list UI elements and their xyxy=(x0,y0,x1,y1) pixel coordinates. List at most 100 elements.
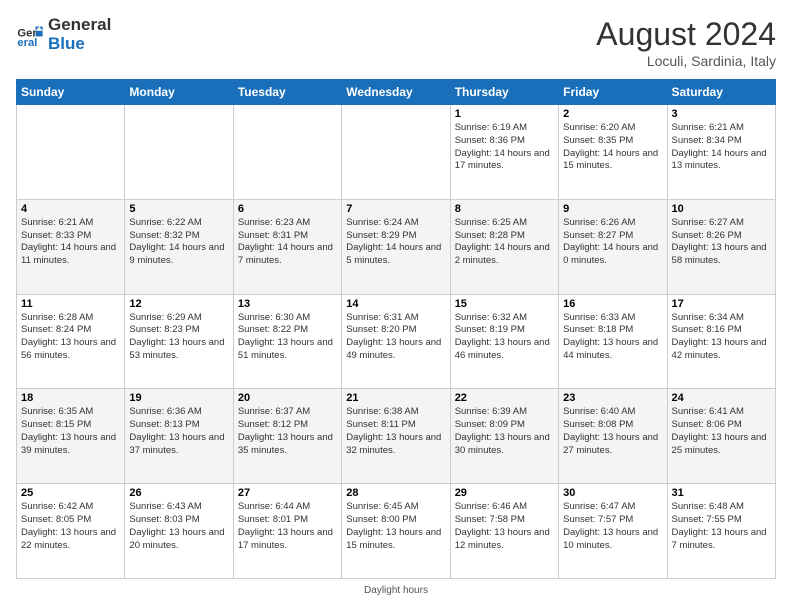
calendar-week-row: 4 Sunrise: 6:21 AMSunset: 8:33 PMDaylight… xyxy=(17,199,776,294)
title-block: August 2024 Loculi, Sardinia, Italy xyxy=(596,16,776,69)
day-info: Sunrise: 6:28 AMSunset: 8:24 PMDaylight:… xyxy=(21,312,120,363)
day-info: Sunrise: 6:36 AMSunset: 8:13 PMDaylight:… xyxy=(129,406,228,457)
day-info: Sunrise: 6:27 AMSunset: 8:26 PMDaylight:… xyxy=(672,217,771,268)
calendar-cell: 29 Sunrise: 6:46 AMSunset: 7:58 PMDayligh… xyxy=(450,484,558,579)
day-number: 9 xyxy=(563,203,662,215)
day-info: Sunrise: 6:42 AMSunset: 8:05 PMDaylight:… xyxy=(21,501,120,552)
day-number: 3 xyxy=(672,108,771,120)
weekday-header: Sunday xyxy=(17,80,125,105)
calendar-cell: 26 Sunrise: 6:43 AMSunset: 8:03 PMDayligh… xyxy=(125,484,233,579)
day-info: Sunrise: 6:45 AMSunset: 8:00 PMDaylight:… xyxy=(346,501,445,552)
calendar-cell: 22Sunrise: 6:39 AMSunset: 8:09 PMDayligh… xyxy=(450,389,558,484)
day-info: Sunrise: 6:22 AMSunset: 8:32 PMDaylight:… xyxy=(129,217,228,268)
day-number: 27 xyxy=(238,487,337,499)
day-number: 4 xyxy=(21,203,120,215)
day-number: 30 xyxy=(563,487,662,499)
calendar-cell: 24 Sunrise: 6:41 AMSunset: 8:06 PMDayligh… xyxy=(667,389,775,484)
calendar-week-row: 25 Sunrise: 6:42 AMSunset: 8:05 PMDayligh… xyxy=(17,484,776,579)
day-info: Sunrise: 6:35 AMSunset: 8:15 PMDaylight:… xyxy=(21,406,120,457)
day-number: 23 xyxy=(563,392,662,404)
calendar-cell: 30 Sunrise: 6:47 AMSunset: 7:57 PMDayligh… xyxy=(559,484,667,579)
calendar-header-row: SundayMondayTuesdayWednesdayThursdayFrid… xyxy=(17,80,776,105)
calendar-cell: 23 Sunrise: 6:40 AMSunset: 8:08 PMDayligh… xyxy=(559,389,667,484)
weekday-header: Wednesday xyxy=(342,80,450,105)
day-info: Sunrise: 6:20 AMSunset: 8:35 PMDaylight:… xyxy=(563,122,662,173)
calendar-cell: 10 Sunrise: 6:27 AMSunset: 8:26 PMDayligh… xyxy=(667,199,775,294)
calendar-cell: 8Sunrise: 6:25 AMSunset: 8:28 PMDaylight… xyxy=(450,199,558,294)
calendar-cell: 13Sunrise: 6:30 AMSunset: 8:22 PMDayligh… xyxy=(233,294,341,389)
weekday-header: Thursday xyxy=(450,80,558,105)
day-info: Sunrise: 6:40 AMSunset: 8:08 PMDaylight:… xyxy=(563,406,662,457)
calendar-cell: 3Sunrise: 6:21 AMSunset: 8:34 PMDaylight… xyxy=(667,105,775,200)
day-number: 15 xyxy=(455,298,554,310)
day-info: Sunrise: 6:26 AMSunset: 8:27 PMDaylight:… xyxy=(563,217,662,268)
calendar-cell: 18 Sunrise: 6:35 AMSunset: 8:15 PMDayligh… xyxy=(17,389,125,484)
calendar-cell: 17 Sunrise: 6:34 AMSunset: 8:16 PMDayligh… xyxy=(667,294,775,389)
day-info: Sunrise: 6:21 AMSunset: 8:33 PMDaylight:… xyxy=(21,217,120,268)
svg-text:eral: eral xyxy=(17,37,37,49)
day-number: 10 xyxy=(672,203,771,215)
day-info: Sunrise: 6:25 AMSunset: 8:28 PMDaylight:… xyxy=(455,217,554,268)
day-info: Sunrise: 6:30 AMSunset: 8:22 PMDaylight:… xyxy=(238,312,337,363)
day-number: 28 xyxy=(346,487,445,499)
calendar-week-row: 18 Sunrise: 6:35 AMSunset: 8:15 PMDayligh… xyxy=(17,389,776,484)
day-info: Sunrise: 6:23 AMSunset: 8:31 PMDaylight:… xyxy=(238,217,337,268)
subtitle: Loculi, Sardinia, Italy xyxy=(596,53,776,69)
day-info: Sunrise: 6:29 AMSunset: 8:23 PMDaylight:… xyxy=(129,312,228,363)
day-info: Sunrise: 6:48 AMSunset: 7:55 PMDaylight:… xyxy=(672,501,771,552)
calendar-cell: 5 Sunrise: 6:22 AMSunset: 8:32 PMDaylight… xyxy=(125,199,233,294)
day-info: Sunrise: 6:37 AMSunset: 8:12 PMDaylight:… xyxy=(238,406,337,457)
calendar-cell: 28 Sunrise: 6:45 AMSunset: 8:00 PMDayligh… xyxy=(342,484,450,579)
day-info: Sunrise: 6:34 AMSunset: 8:16 PMDaylight:… xyxy=(672,312,771,363)
day-info: Sunrise: 6:31 AMSunset: 8:20 PMDaylight:… xyxy=(346,312,445,363)
calendar-cell: 2 Sunrise: 6:20 AMSunset: 8:35 PMDaylight… xyxy=(559,105,667,200)
weekday-header: Friday xyxy=(559,80,667,105)
logo-icon: Gen eral xyxy=(16,21,44,49)
day-number: 18 xyxy=(21,392,120,404)
calendar-cell: 16Sunrise: 6:33 AMSunset: 8:18 PMDayligh… xyxy=(559,294,667,389)
day-info: Sunrise: 6:19 AMSunset: 8:36 PMDaylight:… xyxy=(455,122,554,173)
logo-general: General xyxy=(48,16,111,35)
calendar-table: SundayMondayTuesdayWednesdayThursdayFrid… xyxy=(16,79,776,579)
calendar-cell: 7Sunrise: 6:24 AMSunset: 8:29 PMDaylight… xyxy=(342,199,450,294)
calendar-cell xyxy=(233,105,341,200)
calendar-cell: 15Sunrise: 6:32 AMSunset: 8:19 PMDayligh… xyxy=(450,294,558,389)
day-info: Sunrise: 6:33 AMSunset: 8:18 PMDaylight:… xyxy=(563,312,662,363)
day-number: 19 xyxy=(129,392,228,404)
day-info: Sunrise: 6:39 AMSunset: 8:09 PMDaylight:… xyxy=(455,406,554,457)
calendar-week-row: 1Sunrise: 6:19 AMSunset: 8:36 PMDaylight… xyxy=(17,105,776,200)
calendar-cell: 20 Sunrise: 6:37 AMSunset: 8:12 PMDayligh… xyxy=(233,389,341,484)
day-info: Sunrise: 6:46 AMSunset: 7:58 PMDaylight:… xyxy=(455,501,554,552)
calendar-week-row: 11 Sunrise: 6:28 AMSunset: 8:24 PMDayligh… xyxy=(17,294,776,389)
calendar-cell: 21Sunrise: 6:38 AMSunset: 8:11 PMDayligh… xyxy=(342,389,450,484)
calendar-cell: 12Sunrise: 6:29 AMSunset: 8:23 PMDayligh… xyxy=(125,294,233,389)
main-title: August 2024 xyxy=(596,16,776,53)
calendar-cell: 6Sunrise: 6:23 AMSunset: 8:31 PMDaylight… xyxy=(233,199,341,294)
calendar-cell xyxy=(17,105,125,200)
calendar-cell: 1Sunrise: 6:19 AMSunset: 8:36 PMDaylight… xyxy=(450,105,558,200)
day-number: 25 xyxy=(21,487,120,499)
footer: Daylight hours xyxy=(16,585,776,596)
logo-blue: Blue xyxy=(48,35,111,54)
day-info: Sunrise: 6:43 AMSunset: 8:03 PMDaylight:… xyxy=(129,501,228,552)
day-number: 14 xyxy=(346,298,445,310)
day-number: 2 xyxy=(563,108,662,120)
day-info: Sunrise: 6:44 AMSunset: 8:01 PMDaylight:… xyxy=(238,501,337,552)
header: Gen eral General Blue August 2024 Loculi… xyxy=(16,16,776,69)
weekday-header: Saturday xyxy=(667,80,775,105)
day-number: 17 xyxy=(672,298,771,310)
page: Gen eral General Blue August 2024 Loculi… xyxy=(0,0,792,612)
day-number: 24 xyxy=(672,392,771,404)
day-number: 29 xyxy=(455,487,554,499)
calendar-cell: 31Sunrise: 6:48 AMSunset: 7:55 PMDayligh… xyxy=(667,484,775,579)
calendar-cell: 4 Sunrise: 6:21 AMSunset: 8:33 PMDaylight… xyxy=(17,199,125,294)
day-info: Sunrise: 6:47 AMSunset: 7:57 PMDaylight:… xyxy=(563,501,662,552)
calendar-cell: 9 Sunrise: 6:26 AMSunset: 8:27 PMDaylight… xyxy=(559,199,667,294)
day-info: Sunrise: 6:41 AMSunset: 8:06 PMDaylight:… xyxy=(672,406,771,457)
day-number: 20 xyxy=(238,392,337,404)
day-number: 5 xyxy=(129,203,228,215)
weekday-header: Tuesday xyxy=(233,80,341,105)
day-number: 11 xyxy=(21,298,120,310)
weekday-header: Monday xyxy=(125,80,233,105)
day-number: 26 xyxy=(129,487,228,499)
